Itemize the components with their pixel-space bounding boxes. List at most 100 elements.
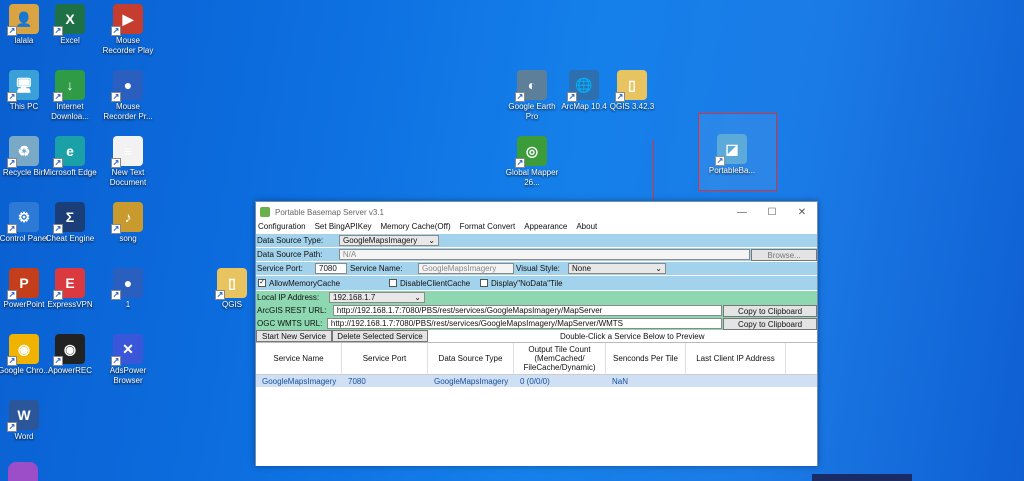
start-new-service-button[interactable]: Start New Service xyxy=(256,330,332,342)
disable-client-cache-checkbox[interactable] xyxy=(389,279,397,287)
shortcut-arrow-icon: ↗ xyxy=(53,92,63,102)
desktop-icon[interactable]: ● ↗ Mouse Recorder Pr... xyxy=(100,70,156,122)
chevron-down-icon: ⌄ xyxy=(428,236,435,245)
table-cell: NaN xyxy=(612,376,629,386)
display-nodata-tile-label: Display"NoData"Tile xyxy=(491,278,563,288)
column-header[interactable]: Senconds Per Tile xyxy=(606,343,686,374)
chevron-down-icon: ⌄ xyxy=(655,264,662,273)
menu-item[interactable]: Memory Cache(Off) xyxy=(381,222,451,234)
visual-style-label: Visual Style: xyxy=(516,264,560,273)
minimize-button[interactable]: — xyxy=(727,207,757,218)
column-header[interactable]: Service Port xyxy=(342,343,428,374)
desktop-icon[interactable]: ◐ ↗ Google Earth Pro xyxy=(504,70,560,122)
app-icon-partial[interactable] xyxy=(8,462,38,481)
local-ip-row: Local IP Address: 192.168.1.7 ⌄ xyxy=(256,291,817,304)
arcgis-url-input[interactable]: http://192.168.1.7:7080/PBS/rest/service… xyxy=(332,305,723,316)
shortcut-arrow-icon: ↗ xyxy=(53,356,63,366)
app-icon: ● ↗ xyxy=(111,70,143,102)
desktop-icon[interactable]: Σ ↗ Cheat Engine xyxy=(42,202,98,244)
app-icon: ♻ ↗ xyxy=(7,136,39,168)
data-source-type-select[interactable]: GoogleMapsImagery ⌄ xyxy=(339,235,439,246)
services-table: Service Name Service Port Data Source Type… xyxy=(256,342,817,466)
desktop-icon[interactable]: E ↗ ExpressVPN xyxy=(42,268,98,310)
desktop-icon-label: song xyxy=(119,234,137,243)
menu-item[interactable]: Configuration xyxy=(258,222,306,234)
app-logo-icon xyxy=(260,207,270,217)
desktop-icon-label: ExpressVPN xyxy=(47,300,93,309)
selected-icon-box xyxy=(698,113,777,191)
service-actions-row: Start New Service Delete Selected Servic… xyxy=(256,330,817,342)
red-guide-line xyxy=(653,140,654,200)
column-header[interactable]: Service Name xyxy=(256,343,342,374)
shortcut-arrow-icon: ↗ xyxy=(111,26,121,36)
shortcut-arrow-icon: ↗ xyxy=(215,290,225,300)
service-name-label: Service Name: xyxy=(350,264,403,273)
data-source-type-label: Data Source Type: xyxy=(257,236,324,245)
app-icon: ↓ ↗ xyxy=(53,70,85,102)
app-icon: 🖥 ↗ xyxy=(7,70,39,102)
desktop-icon[interactable]: ▶ ↗ Mouse Recorder Play xyxy=(100,4,156,56)
menu-item[interactable]: Appearance xyxy=(524,222,567,234)
close-button[interactable]: ✕ xyxy=(787,207,817,218)
desktop-icon[interactable]: ≡ ↗ New Text Document xyxy=(100,136,156,188)
desktop-icon[interactable]: ◉ ↗ ApowerREC xyxy=(42,334,98,376)
column-header[interactable]: Data Source Type xyxy=(428,343,514,374)
desktop-icon[interactable]: ▯ ↗ QGIS xyxy=(204,268,260,310)
display-nodata-tile-checkbox[interactable] xyxy=(480,279,488,287)
table-cell: GoogleMapsImagery xyxy=(434,376,509,386)
shortcut-arrow-icon: ↗ xyxy=(515,158,525,168)
desktop-icon[interactable]: ◎ ↗ Global Mapper 26... xyxy=(504,136,560,188)
app-icon: ≡ ↗ xyxy=(111,136,143,168)
column-header[interactable]: Last Client IP Address xyxy=(686,343,786,374)
desktop-icon[interactable]: e ↗ Microsoft Edge xyxy=(42,136,98,178)
ogc-url-input[interactable]: http://192.168.1.7:7080/PBS/rest/service… xyxy=(326,318,723,329)
column-header[interactable]: Output Tile Count (MemCached/ FileCache/… xyxy=(514,343,606,374)
delete-selected-service-button[interactable]: Delete Selected Service xyxy=(332,330,428,342)
desktop-icon[interactable]: W ↗ Word xyxy=(0,400,52,442)
copy-ogc-url-button[interactable]: Copy to Clipboard xyxy=(723,317,817,330)
desktop-icon[interactable]: ♪ ↗ song xyxy=(100,202,156,244)
cache-options-row: ✓ AllowMemoryCache DisableClientCache Di… xyxy=(256,276,817,290)
service-name-input[interactable]: GoogleMapsImagery xyxy=(418,263,514,274)
allow-memory-cache-checkbox[interactable]: ✓ xyxy=(258,279,266,287)
table-header: Service Name Service Port Data Source Type… xyxy=(256,343,817,375)
menu-item[interactable]: Set BingAPIKey xyxy=(315,222,372,234)
visual-style-select[interactable]: None ⌄ xyxy=(568,263,666,274)
app-icon: ▯ ↗ xyxy=(215,268,247,300)
app-icon: X ↗ xyxy=(53,4,85,36)
desktop-icon-label: Internet Downloa... xyxy=(51,102,89,121)
desktop-icon-label: Google Earth Pro xyxy=(508,102,556,121)
menu-item[interactable]: About xyxy=(576,222,597,234)
app-icon: ◐ ↗ xyxy=(515,70,547,102)
shortcut-arrow-icon: ↗ xyxy=(111,158,121,168)
taskbar-peek xyxy=(812,474,912,481)
desktop-icon[interactable]: ↓ ↗ Internet Downloa... xyxy=(42,70,98,122)
data-source-path-input[interactable]: N/A xyxy=(338,249,751,260)
shortcut-arrow-icon: ↗ xyxy=(53,290,63,300)
desktop-icon-label: QGIS 3.42.3 xyxy=(609,102,655,111)
shortcut-arrow-icon: ↗ xyxy=(615,92,625,102)
shortcut-arrow-icon: ↗ xyxy=(567,92,577,102)
service-port-input[interactable]: 7080 xyxy=(315,263,347,274)
desktop-icon-label: New Text Document xyxy=(109,168,147,187)
app-icon: 🌐 ↗ xyxy=(567,70,599,102)
desktop-icon-label: Excel xyxy=(60,36,80,45)
desktop-icon-label: Cheat Engine xyxy=(45,234,95,243)
arcgis-url-label: ArcGIS REST URL: xyxy=(257,306,327,315)
maximize-button[interactable]: ☐ xyxy=(757,207,787,218)
browse-button[interactable]: Browse... xyxy=(751,248,817,261)
desktop-icon[interactable]: ● ↗ 1 xyxy=(100,268,156,310)
desktop-icon-label: Mouse Recorder Play xyxy=(102,36,154,55)
desktop-icon[interactable]: ▯ ↗ QGIS 3.42.3 xyxy=(604,70,660,112)
shortcut-arrow-icon: ↗ xyxy=(53,158,63,168)
window-title: Portable Basemap Server v3.1 xyxy=(275,207,384,217)
desktop-icon-label: AdsPower Browser xyxy=(109,366,147,385)
table-row[interactable]: GoogleMapsImagery 7080 GoogleMapsImagery 0 … xyxy=(256,375,817,387)
menu-item[interactable]: Format Convert xyxy=(460,222,516,234)
desktop-icon[interactable]: X ↗ Excel xyxy=(42,4,98,46)
copy-arcgis-url-button[interactable]: Copy to Clipboard xyxy=(723,304,817,317)
desktop-icon-label: QGIS xyxy=(221,300,242,309)
desktop-icon[interactable]: ✕ ↗ AdsPower Browser xyxy=(100,334,156,386)
shortcut-arrow-icon: ↗ xyxy=(7,290,17,300)
local-ip-select[interactable]: 192.168.1.7 ⌄ xyxy=(329,292,425,303)
